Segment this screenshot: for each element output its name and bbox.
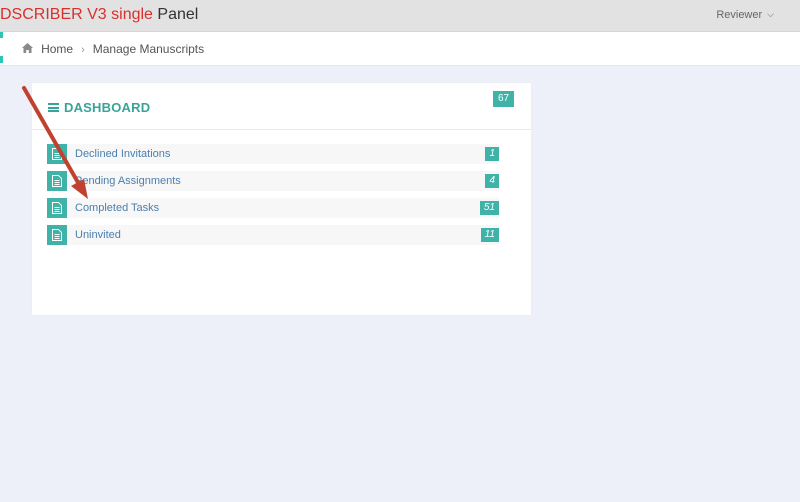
panel-header: DASHBOARD (48, 100, 150, 130)
count-badge: 1 (485, 147, 499, 161)
panel-title: DASHBOARD (48, 100, 150, 115)
chevron-down-icon: ⌵ (767, 9, 774, 19)
total-count-badge: 67 (493, 91, 515, 107)
sidebar-edge-indicator (0, 32, 3, 38)
breadcrumb-home-link[interactable]: Home (41, 42, 73, 56)
breadcrumb: Home › Manage Manuscripts (0, 32, 800, 66)
list-item-label[interactable]: Pending Assignments (75, 175, 181, 187)
breadcrumb-current: Manage Manuscripts (92, 42, 205, 56)
home-icon (22, 43, 36, 56)
list-item-label[interactable]: Uninvited (75, 229, 121, 241)
user-role-label: Reviewer (716, 9, 763, 21)
list-item-uninvited[interactable]: Uninvited 11 (47, 225, 499, 245)
app-brand[interactable]: DSCRIBER V3 single Panel (0, 5, 198, 25)
divider (32, 129, 531, 130)
brand-suffix: Panel (157, 6, 199, 23)
list-item-declined-invitations[interactable]: Declined Invitations 1 (47, 144, 499, 164)
dashboard-list: Declined Invitations 1 Pending Assignmen… (47, 144, 499, 252)
document-icon (47, 198, 67, 218)
list-item-completed-tasks[interactable]: Completed Tasks 51 (47, 198, 499, 218)
document-icon (47, 171, 67, 191)
sidebar-edge-indicator (0, 56, 3, 63)
user-menu-dropdown[interactable]: Reviewer ⌵ (716, 9, 774, 21)
list-item-pending-assignments[interactable]: Pending Assignments 4 (47, 171, 499, 191)
top-navbar: DSCRIBER V3 single Panel Reviewer ⌵ (0, 0, 800, 32)
breadcrumb-separator: › (81, 44, 85, 56)
list-icon (48, 103, 59, 112)
document-icon (47, 225, 67, 245)
dashboard-title: DASHBOARD (64, 100, 151, 115)
list-item-label[interactable]: Completed Tasks (75, 202, 159, 214)
count-badge: 11 (480, 228, 499, 242)
list-item-label[interactable]: Declined Invitations (75, 148, 170, 160)
count-badge: 4 (485, 174, 499, 188)
document-icon (47, 144, 67, 164)
brand-name: DSCRIBER V3 single (0, 6, 153, 23)
count-badge: 51 (479, 201, 499, 215)
dashboard-panel: DASHBOARD 67 Declined Invitations 1 Pend… (31, 82, 532, 316)
